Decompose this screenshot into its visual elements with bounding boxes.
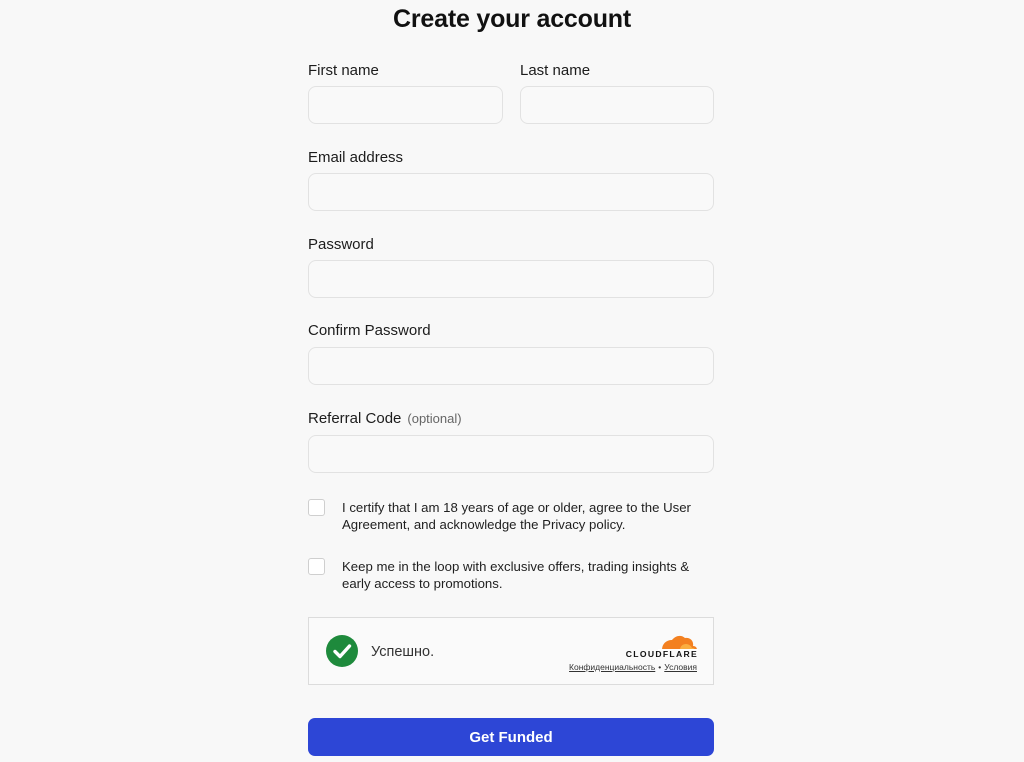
- cloudflare-logo: CLOUDFLARE: [618, 630, 698, 660]
- page-title: Create your account: [393, 5, 631, 33]
- first-name-label: First name: [308, 62, 379, 79]
- confirm-password-input[interactable]: [308, 347, 714, 385]
- confirm-password-label: Confirm Password: [308, 322, 431, 339]
- captcha-links: Конфиденциальность • Условия: [569, 662, 697, 672]
- get-funded-button[interactable]: Get Funded: [308, 718, 714, 756]
- success-check-icon: [326, 635, 358, 667]
- last-name-input[interactable]: [520, 86, 714, 124]
- captcha-widget[interactable]: Успешно. CLOUDFLARE Конфиденциальность • У…: [308, 617, 714, 685]
- cloudflare-wordmark: CLOUDFLARE: [625, 649, 698, 659]
- last-name-label: Last name: [520, 62, 591, 79]
- age-terms-text: I certify that I am 18 years of age or o…: [342, 500, 691, 532]
- privacy-link[interactable]: Конфиденциальность: [569, 662, 655, 672]
- signup-page: Create your account First name Last name…: [0, 0, 1024, 762]
- email-label: Email address: [308, 149, 404, 166]
- password-input[interactable]: [308, 260, 714, 298]
- marketing-optin-checkbox[interactable]: [308, 558, 325, 575]
- captcha-status: Успешно.: [371, 644, 435, 660]
- terms-link[interactable]: Условия: [664, 662, 697, 672]
- first-name-input[interactable]: [308, 86, 503, 124]
- link-separator: •: [658, 662, 662, 672]
- referral-code-label: Referral Code (optional): [308, 410, 462, 428]
- password-label: Password: [308, 236, 374, 253]
- referral-code-label-text: Referral Code: [308, 410, 402, 427]
- email-input[interactable]: [308, 173, 714, 211]
- age-terms-checkbox[interactable]: [308, 499, 325, 516]
- marketing-optin-text: Keep me in the loop with exclusive offer…: [342, 559, 690, 591]
- referral-code-input[interactable]: [308, 435, 714, 473]
- optional-hint: (optional): [407, 411, 462, 426]
